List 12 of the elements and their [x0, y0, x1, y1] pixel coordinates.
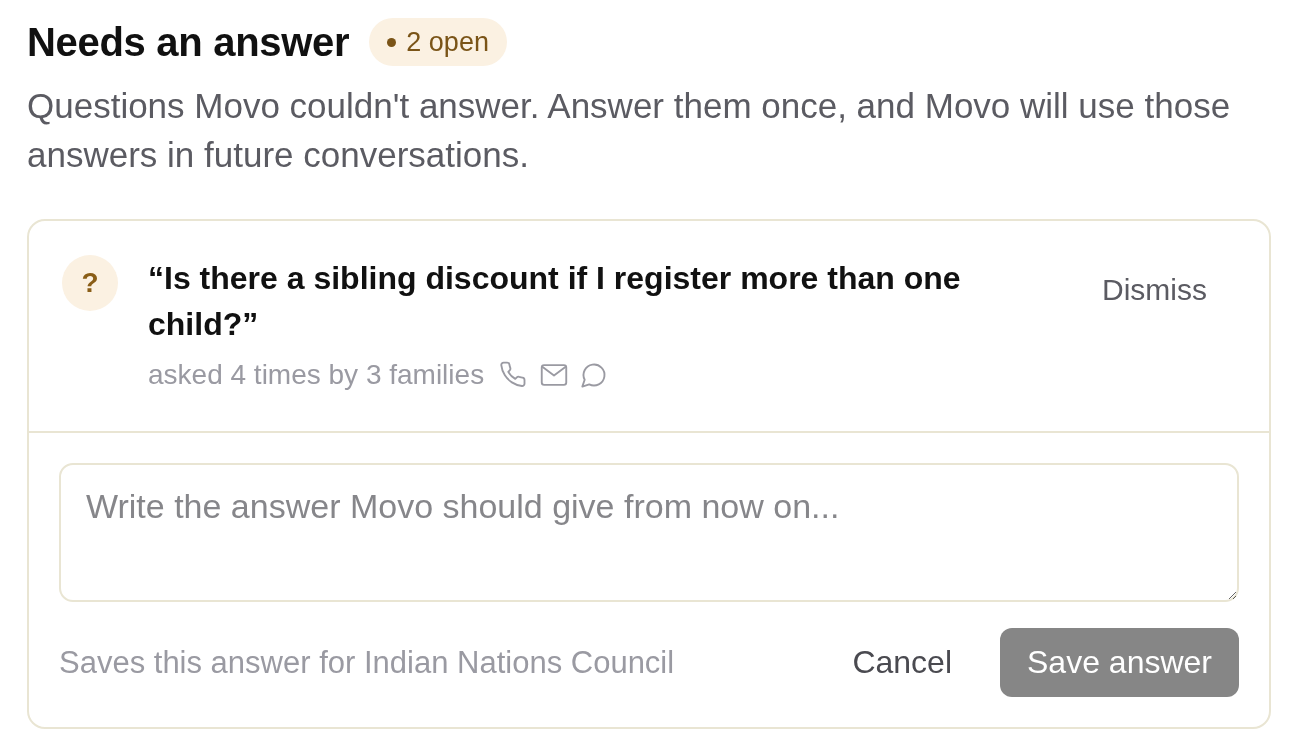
cancel-button[interactable]: Cancel — [830, 630, 974, 695]
answer-field[interactable]: Write the answer Movo should give from now on... — [59, 463, 1239, 602]
section-title: Needs an answer — [27, 19, 350, 65]
ask-count: asked 4 times by 3 families — [148, 358, 485, 392]
section-description: Questions Movo couldn't answer. Answer them once, and Movo will use those answers in future conversations. — [27, 85, 1232, 176]
dismiss-button[interactable]: Dismiss — [1086, 263, 1223, 317]
save-scope-note: Saves this answer for Indian Nations Council — [59, 644, 676, 681]
question-mark-icon: ? — [62, 255, 118, 311]
question-text: “Is there a sibling discount if I register more than one child?” — [148, 259, 962, 344]
envelope-icon — [540, 361, 569, 389]
status-dot-icon — [387, 37, 397, 47]
open-count: 2 open — [406, 26, 489, 58]
